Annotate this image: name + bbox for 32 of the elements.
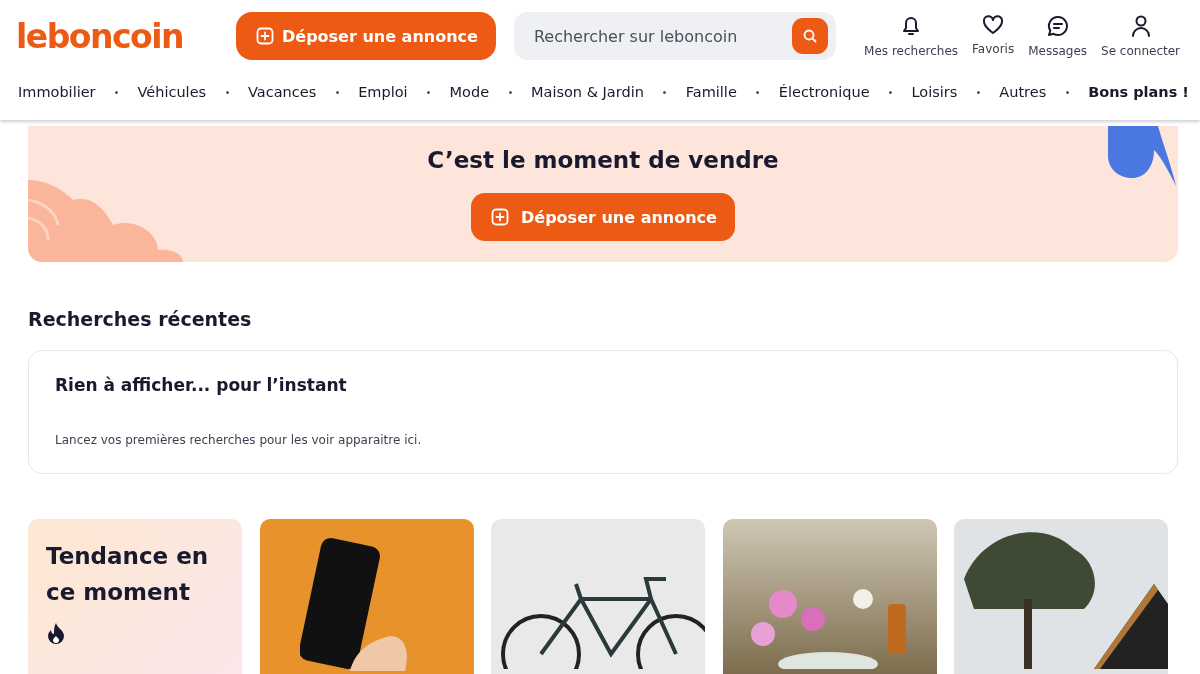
plus-icon: [256, 27, 274, 45]
decorative-shape-drawing: [1108, 126, 1178, 188]
trending-title: Tendance en ce moment: [46, 542, 210, 607]
category-link[interactable]: Emploi: [358, 84, 408, 100]
header-action[interactable]: Favoris: [968, 14, 1019, 58]
category-link[interactable]: Autres: [999, 84, 1047, 100]
trending-card[interactable]: Tendance en ce moment: [28, 519, 242, 674]
search-button[interactable]: [791, 18, 828, 54]
empty-state-text: Lancez vos premières recherches pour les voir apparaitre ici.: [55, 433, 423, 447]
header-action[interactable]: Mes recherches: [860, 14, 963, 58]
search-input[interactable]: Rechercher sur leboncoin: [531, 25, 792, 47]
section-heading: Recherches récentes: [28, 308, 253, 330]
search-icon: [801, 28, 818, 44]
header-action[interactable]: Se connecter: [1097, 14, 1184, 58]
search-bar[interactable]: Rechercher sur leboncoin: [513, 12, 836, 60]
person-icon: [1129, 14, 1152, 38]
category-link[interactable]: Maison & Jardin: [531, 84, 644, 100]
category-link[interactable]: Bons plans !: [1088, 84, 1189, 100]
category-link[interactable]: Véhicules: [137, 84, 207, 100]
flame-icon: [46, 622, 66, 645]
empty-state-title: Rien à afficher... pour l’instant: [55, 375, 348, 395]
chat-bubble-icon: [1045, 14, 1070, 38]
plus-icon: [491, 208, 510, 226]
category-link[interactable]: Électronique: [778, 84, 870, 100]
category-link[interactable]: Mode: [449, 84, 490, 100]
heart-icon: [981, 14, 1006, 36]
category-link[interactable]: Vacances: [248, 84, 317, 100]
category-link[interactable]: Famille: [685, 84, 737, 100]
header-action[interactable]: Messages: [1024, 14, 1092, 58]
category-link[interactable]: Immobilier: [18, 84, 96, 100]
category-link[interactable]: Loisirs: [911, 84, 958, 100]
banner-title: C’est le moment de vendre: [427, 147, 779, 173]
